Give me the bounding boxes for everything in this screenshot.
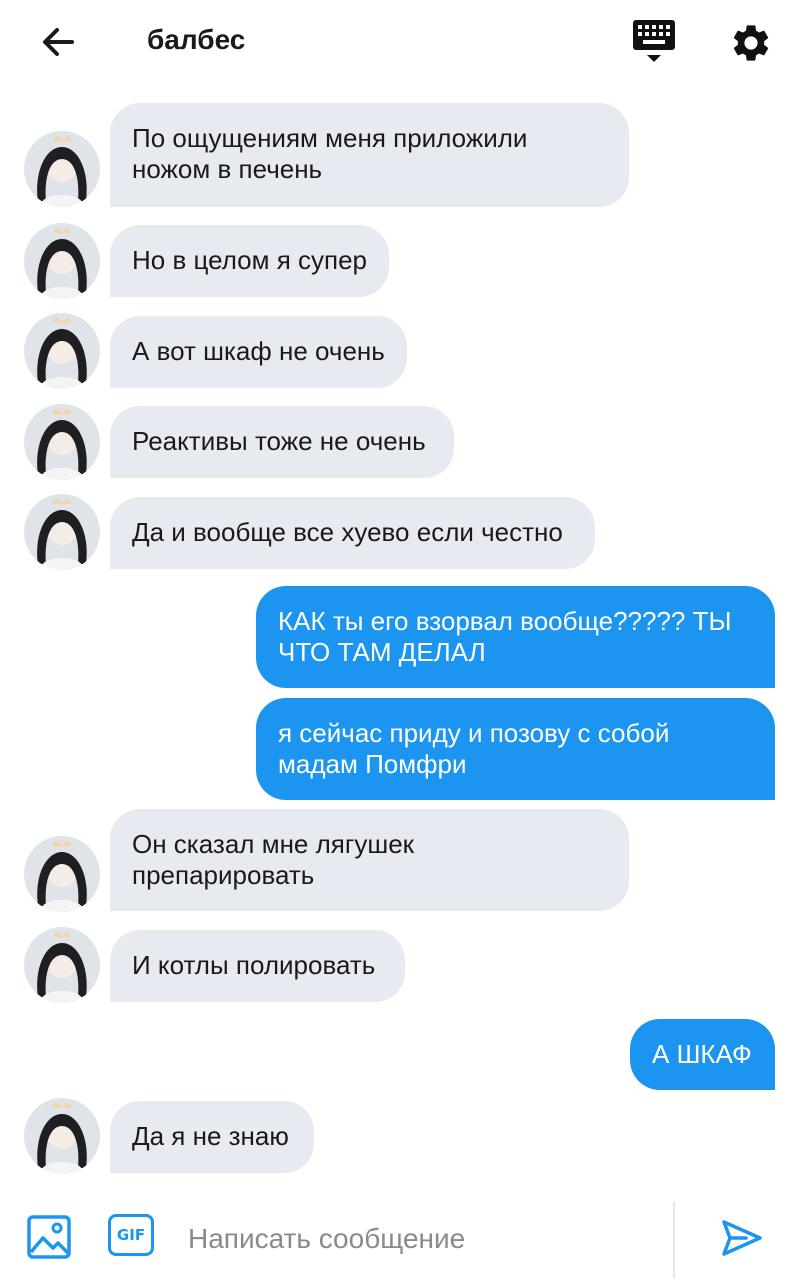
avatar-image	[24, 1098, 100, 1174]
message-bubble-outgoing[interactable]: А ШКАФ	[630, 1019, 775, 1090]
avatar[interactable]	[24, 1098, 100, 1174]
message-bubble-incoming[interactable]: Да и вообще все хуево если честно	[110, 497, 595, 569]
message-text: Он сказал мне лягушек препарировать	[132, 829, 415, 890]
message-text: Реактивы тоже не очень	[132, 426, 426, 456]
message-bubble-outgoing[interactable]: КАК ты его взорвал вообще????? ТЫ ЧТО ТА…	[256, 586, 775, 688]
message-text: А вот шкаф не очень	[132, 336, 385, 366]
attach-image-button[interactable]	[26, 1214, 72, 1260]
message-text: И котлы полировать	[132, 950, 376, 980]
gear-icon	[733, 25, 769, 61]
message-text: Да я не знаю	[132, 1121, 289, 1151]
avatar[interactable]	[24, 131, 100, 207]
message-input[interactable]	[188, 1216, 658, 1262]
avatar[interactable]	[24, 223, 100, 299]
avatar[interactable]	[24, 836, 100, 912]
message-bubble-incoming[interactable]: Да я не знаю	[110, 1101, 314, 1173]
message-bubble-incoming[interactable]: Он сказал мне лягушек препарировать	[110, 809, 629, 911]
composer-divider	[673, 1202, 675, 1278]
back-button[interactable]	[32, 18, 84, 66]
send-button[interactable]	[718, 1214, 766, 1262]
message-bubble-incoming[interactable]: И котлы полировать	[110, 930, 405, 1002]
avatar-image	[24, 131, 100, 207]
message-text: А ШКАФ	[652, 1039, 752, 1069]
avatar-image	[24, 927, 100, 1003]
avatar-image	[24, 494, 100, 570]
avatar[interactable]	[24, 927, 100, 1003]
message-bubble-incoming[interactable]: Реактивы тоже не очень	[110, 406, 454, 478]
settings-button[interactable]	[724, 16, 778, 70]
message-bubble-incoming[interactable]: А вот шкаф не очень	[110, 316, 407, 388]
keyboard-button[interactable]	[628, 16, 680, 68]
avatar-image	[24, 404, 100, 480]
message-text: я сейчас приду и позову с собой мадам По…	[278, 718, 670, 779]
avatar[interactable]	[24, 404, 100, 480]
avatar-image	[24, 223, 100, 299]
avatar[interactable]	[24, 494, 100, 570]
image-icon	[27, 1215, 71, 1259]
message-text: Да и вообще все хуево если честно	[132, 517, 563, 547]
message-bubble-incoming[interactable]: По ощущениям меня приложили ножом в пече…	[110, 103, 629, 207]
chat-header: балбес	[0, 0, 800, 84]
chat-title: балбес	[147, 24, 246, 55]
message-composer: GIF	[0, 1198, 800, 1280]
avatar[interactable]	[24, 313, 100, 389]
message-text: Но в целом я супер	[132, 245, 368, 275]
send-icon	[722, 1220, 762, 1256]
message-text: КАК ты его взорвал вообще????? ТЫ ЧТО ТА…	[278, 606, 732, 667]
gif-button[interactable]: GIF	[108, 1214, 154, 1256]
avatar-image	[24, 313, 100, 389]
message-text: По ощущениям меня приложили ножом в пече…	[132, 123, 528, 184]
arrow-left-icon	[43, 28, 74, 56]
keyboard-icon	[633, 20, 675, 62]
message-bubble-incoming[interactable]: Но в целом я супер	[110, 225, 389, 297]
avatar-image	[24, 836, 100, 912]
message-bubble-outgoing[interactable]: я сейчас приду и позову с собой мадам По…	[256, 698, 775, 800]
